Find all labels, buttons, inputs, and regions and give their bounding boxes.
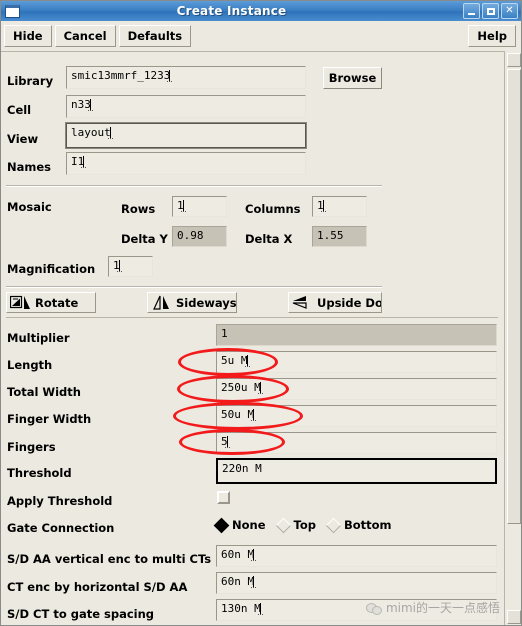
scrollbar-thumb[interactable] (507, 69, 521, 524)
rotate-icon (10, 295, 30, 309)
window-title: Create Instance (176, 4, 287, 18)
action-bar: Hide Cancel Defaults Help (0, 21, 522, 51)
names-label: Names (7, 160, 52, 174)
radio-diamond-icon-top (275, 517, 291, 533)
upside-down-label: Upside Dow (317, 295, 381, 310)
gate-connection-radio-group: None Top Bottom (213, 517, 404, 533)
param-label-threshold: Threshold (7, 466, 72, 480)
wechat-logo-icon (365, 601, 382, 615)
magnification-label: Magnification (7, 262, 96, 276)
magnification-input[interactable]: 1 (108, 256, 153, 277)
param-label-length: Length (7, 358, 53, 372)
rotate-button[interactable]: Rotate (6, 292, 96, 313)
radio-diamond-icon-bottom (325, 517, 342, 533)
param-label-sd-aa-vertical-enc: S/D AA vertical enc to multi CTs (7, 552, 212, 566)
library-input[interactable]: smic13mmrf_1233 (66, 66, 306, 89)
view-input[interactable]: layout (65, 122, 307, 149)
delta-y-input: 0.98 (172, 226, 227, 247)
upside-down-button[interactable]: Upside Dow (288, 292, 382, 313)
vertical-scrollbar[interactable] (504, 51, 522, 626)
gate-connection-option-none[interactable]: None (213, 517, 266, 533)
sideways-label: Sideways (176, 295, 237, 310)
gate-connection-label-bottom: Bottom (343, 518, 392, 532)
mosaic-separator (6, 185, 382, 187)
actionbar-divider (0, 51, 522, 52)
apply-threshold-label: Apply Threshold (7, 494, 113, 508)
gate-connection-label-top: Top (293, 518, 316, 532)
param-label-fingers: Fingers (7, 440, 56, 454)
library-label: Library (7, 74, 54, 88)
watermark: mimi的一天一点感悟 (365, 599, 500, 616)
param-label-multiplier: Multiplier (7, 331, 70, 345)
gate-connection-option-top[interactable]: Top (275, 517, 316, 533)
view-label: View (7, 132, 39, 146)
params-separator (6, 317, 498, 318)
cell-input[interactable]: n33 (66, 95, 306, 118)
window-controls: ✕ (463, 3, 518, 19)
cancel-button[interactable]: Cancel (54, 25, 116, 47)
close-icon[interactable]: ✕ (501, 3, 518, 19)
mosaic-label: Mosaic (7, 200, 52, 214)
param-label-sd-ct-gate-spacing: S/D CT to gate spacing (7, 607, 155, 621)
param-input-length[interactable]: 5u M (216, 351, 497, 373)
gate-connection-label: Gate Connection (7, 521, 115, 535)
watermark-text: mimi的一天一点感悟 (385, 601, 500, 615)
columns-input[interactable]: 1 (312, 196, 367, 217)
rows-label: Rows (121, 202, 156, 216)
radio-diamond-icon-none (213, 517, 230, 533)
gate-connection-label-none: None (232, 518, 266, 532)
param-input-multiplier: 1 (216, 324, 497, 346)
title-bar: Create Instance ✕ (0, 0, 522, 21)
delta-x-label: Delta X (245, 232, 293, 246)
param-input-threshold[interactable]: 220n M (216, 458, 497, 484)
param-input-ct-enc-horizontal[interactable]: 60n M (216, 572, 497, 594)
delta-y-label: Delta Y (121, 232, 168, 246)
upside-down-icon (292, 296, 307, 309)
scroll-down-icon[interactable] (507, 610, 521, 624)
param-input-fingers[interactable]: 5 (216, 432, 497, 454)
rows-input[interactable]: 1 (172, 196, 227, 217)
columns-label: Columns (245, 202, 301, 216)
scroll-up-icon[interactable] (507, 53, 521, 67)
param-label-total-width: Total Width (7, 385, 81, 399)
param-input-sd-aa-vertical-enc[interactable]: 60n M (216, 545, 497, 567)
gate-connection-option-bottom[interactable]: Bottom (325, 517, 392, 533)
transform-separator (6, 286, 382, 288)
maximize-button[interactable] (482, 3, 499, 19)
rotate-label: Rotate (35, 295, 79, 310)
defaults-button[interactable]: Defaults (118, 25, 192, 47)
param-input-total-width[interactable]: 250u M (216, 378, 497, 400)
param-label-finger-width: Finger Width (7, 412, 92, 426)
hide-button[interactable]: Hide (4, 25, 52, 47)
sideways-icon (153, 295, 169, 310)
create-instance-window: Create Instance ✕ Hide Cancel Defaults H… (0, 0, 522, 626)
param-label-ct-enc-horizontal: CT enc by horizontal S/D AA (7, 580, 188, 594)
cell-label: Cell (7, 103, 32, 117)
apply-threshold-checkbox[interactable] (217, 491, 230, 504)
sideways-button[interactable]: Sideways (147, 292, 237, 313)
browse-button[interactable]: Browse (323, 67, 382, 89)
param-input-finger-width[interactable]: 50u M (216, 405, 497, 427)
names-input[interactable]: I1 (66, 152, 306, 175)
minimize-button[interactable] (463, 3, 480, 19)
delta-x-input: 1.55 (312, 226, 367, 247)
help-button[interactable]: Help (468, 25, 516, 47)
